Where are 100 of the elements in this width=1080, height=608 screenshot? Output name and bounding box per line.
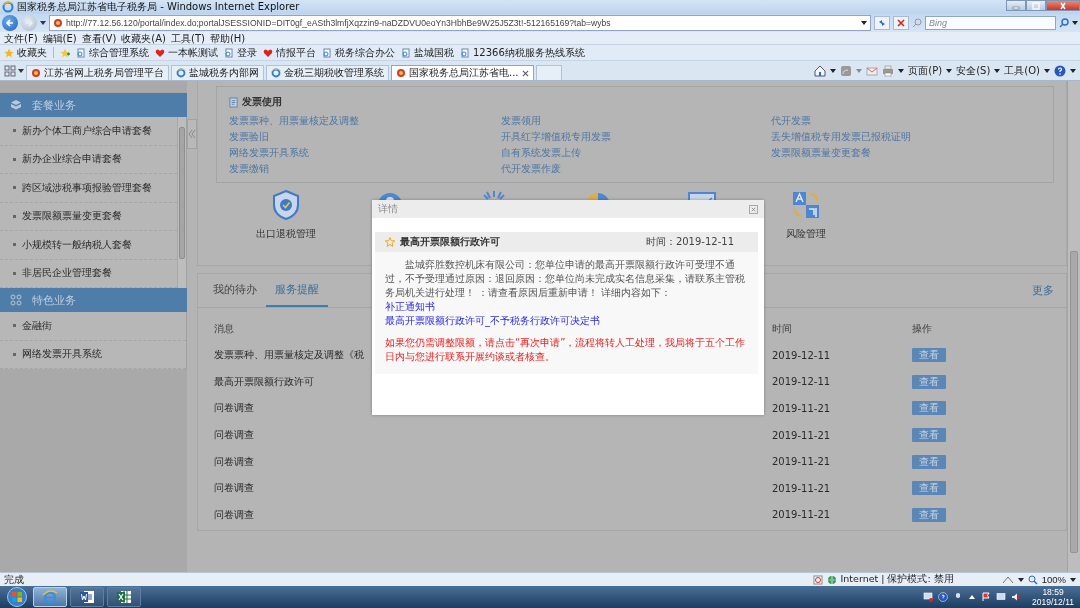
favorite-link[interactable]: 情报平台: [263, 45, 316, 60]
start-orb-icon: [7, 587, 27, 607]
taskbar-app[interactable]: [70, 587, 104, 607]
taskbar-app[interactable]: [107, 587, 141, 607]
caret-icon[interactable]: [994, 68, 1001, 73]
monitor-icon[interactable]: [996, 592, 1007, 602]
close-button[interactable]: [1046, 0, 1080, 11]
command-button[interactable]: 页面(P): [908, 63, 943, 78]
menu-item[interactable]: 收藏夹(A): [121, 32, 166, 44]
browser-icon: [42, 589, 58, 605]
favorite-link[interactable]: 12366纳税服务热线系统: [460, 45, 585, 60]
add-favorite-icon[interactable]: [60, 47, 70, 58]
close-icon: [1058, 1, 1068, 10]
zoom-level[interactable]: 100%: [1041, 574, 1066, 585]
menu-item[interactable]: 帮助(H): [209, 32, 246, 44]
column-header: 消息: [214, 322, 234, 336]
caret-icon[interactable]: [1044, 68, 1050, 73]
table-cell: 2019-12-11: [772, 376, 831, 388]
menu-item[interactable]: 查看(V): [81, 32, 117, 44]
caret-icon[interactable]: [1070, 68, 1076, 73]
flag-icon[interactable]: [981, 592, 992, 602]
document-link[interactable]: 补正通知书: [385, 300, 435, 314]
blocked-icon[interactable]: [812, 574, 823, 585]
favorite-link[interactable]: 盐城国税: [401, 45, 454, 60]
browser-tab[interactable]: 江苏省网上税务局管理平台: [26, 65, 169, 80]
mail-icon[interactable]: [866, 64, 879, 77]
favorite-link[interactable]: 综合管理系统: [76, 45, 149, 60]
start-button[interactable]: [4, 586, 30, 608]
caret-icon[interactable]: [946, 68, 953, 73]
translate-icon[interactable]: [790, 189, 822, 221]
service-label[interactable]: 出口退税管理: [256, 227, 316, 241]
caret-icon[interactable]: [1070, 577, 1076, 582]
command-button[interactable]: 工具(O): [1004, 63, 1040, 78]
favorite-link[interactable]: 登录: [224, 45, 257, 60]
cube-icon: [10, 99, 22, 111]
help-icon[interactable]: [1054, 64, 1066, 77]
clock-date[interactable]: 2019/12/11: [1032, 597, 1074, 607]
caret-icon[interactable]: [40, 21, 46, 25]
caret-icon[interactable]: [1017, 577, 1024, 582]
stop-button[interactable]: [893, 16, 909, 30]
favorite-link[interactable]: 一本帐测试: [155, 45, 218, 60]
browser-icon: [271, 68, 281, 78]
close-button[interactable]: [749, 204, 758, 214]
home-icon[interactable]: [814, 64, 827, 77]
back-arrow-icon: [5, 18, 15, 28]
column-header: 操作: [912, 322, 932, 336]
table-cell: 问卷调查: [214, 401, 254, 416]
warning-text: 如果您仍需调整限额，请点击“再次申请”，流程将转人工处理，我局将于五个工作日内与您进行联系开展约谈或者核查。: [385, 336, 747, 364]
close-icon[interactable]: [521, 69, 529, 77]
network-icon[interactable]: [923, 592, 934, 602]
refresh-button[interactable]: [874, 16, 890, 30]
search-field[interactable]: Bing: [925, 16, 1056, 30]
caret-icon: [861, 21, 867, 25]
favorite-link[interactable]: 税务综合办公: [322, 45, 395, 60]
browser-icon: [2, 1, 14, 13]
up-arrow-icon[interactable]: [968, 594, 977, 600]
restore-button[interactable]: [1026, 0, 1046, 11]
heart-icon: [155, 47, 165, 58]
table-cell: 发票票种、用票量核定及调整《税: [214, 348, 364, 363]
browser-tab[interactable]: 国家税务总局江苏省电...: [391, 65, 534, 80]
menu-item[interactable]: 文件(F): [4, 32, 38, 44]
browser-icon: [176, 68, 186, 78]
menu-item[interactable]: 编辑(E): [42, 32, 77, 44]
table-cell: 2019-11-21: [772, 482, 831, 494]
shield-icon[interactable]: [270, 189, 302, 221]
star-icon: [385, 237, 395, 247]
notice-time: 时间：2019-12-11: [645, 235, 734, 249]
restore-icon: [1031, 1, 1041, 10]
grid-icon: [10, 294, 22, 306]
caret-icon[interactable]: [830, 68, 837, 73]
document-link[interactable]: 最高开票限额行政许可_不予税务行政许可决定书: [385, 314, 600, 328]
close-icon: [750, 205, 757, 213]
search-icon: [912, 18, 922, 28]
page-icon: [322, 47, 332, 58]
caret-icon[interactable]: [1072, 21, 1078, 25]
menu-item[interactable]: 工具(T): [171, 32, 205, 44]
browser-tab[interactable]: 金税三期税收管理系统: [266, 65, 389, 80]
minimize-button[interactable]: [1006, 0, 1026, 11]
panel-tab[interactable]: 我的待办: [204, 274, 266, 307]
back-button[interactable]: [2, 15, 18, 31]
double-chevron-icon: [188, 129, 196, 139]
scrollbar[interactable]: [1067, 81, 1080, 572]
magnifier-icon[interactable]: [1027, 574, 1038, 585]
document-icon: [79, 589, 95, 605]
spreadsheet-icon: [116, 589, 132, 605]
zone-text: Internet | 保护模式: 禁用: [840, 573, 954, 586]
favorites-button[interactable]: 收藏夹: [4, 45, 47, 60]
browser-tab[interactable]: 盐城税务内部网: [171, 65, 264, 80]
address-field[interactable]: http://77.12.56.120/portal/index.do;portalJSESSIONID=DIT0gf_eASth3lmfjXqzzin9-naDZDVU0eoYn3HbhBe9W25J5Z3t!-512165169?tab=wybs: [49, 15, 871, 31]
speaker-icon[interactable]: [1011, 592, 1022, 602]
command-button[interactable]: 安全(S): [956, 63, 991, 78]
emblem-icon: [31, 68, 41, 78]
dialog-title: 详情: [378, 202, 398, 216]
help-icon[interactable]: [938, 592, 949, 602]
clock-time[interactable]: 18:59: [1042, 587, 1064, 597]
scrollbar[interactable]: [177, 117, 186, 288]
caret-icon[interactable]: [18, 68, 24, 73]
service-label[interactable]: 风险管理: [786, 227, 826, 241]
search-icon[interactable]: [1059, 18, 1069, 28]
caret-icon[interactable]: [898, 68, 905, 73]
